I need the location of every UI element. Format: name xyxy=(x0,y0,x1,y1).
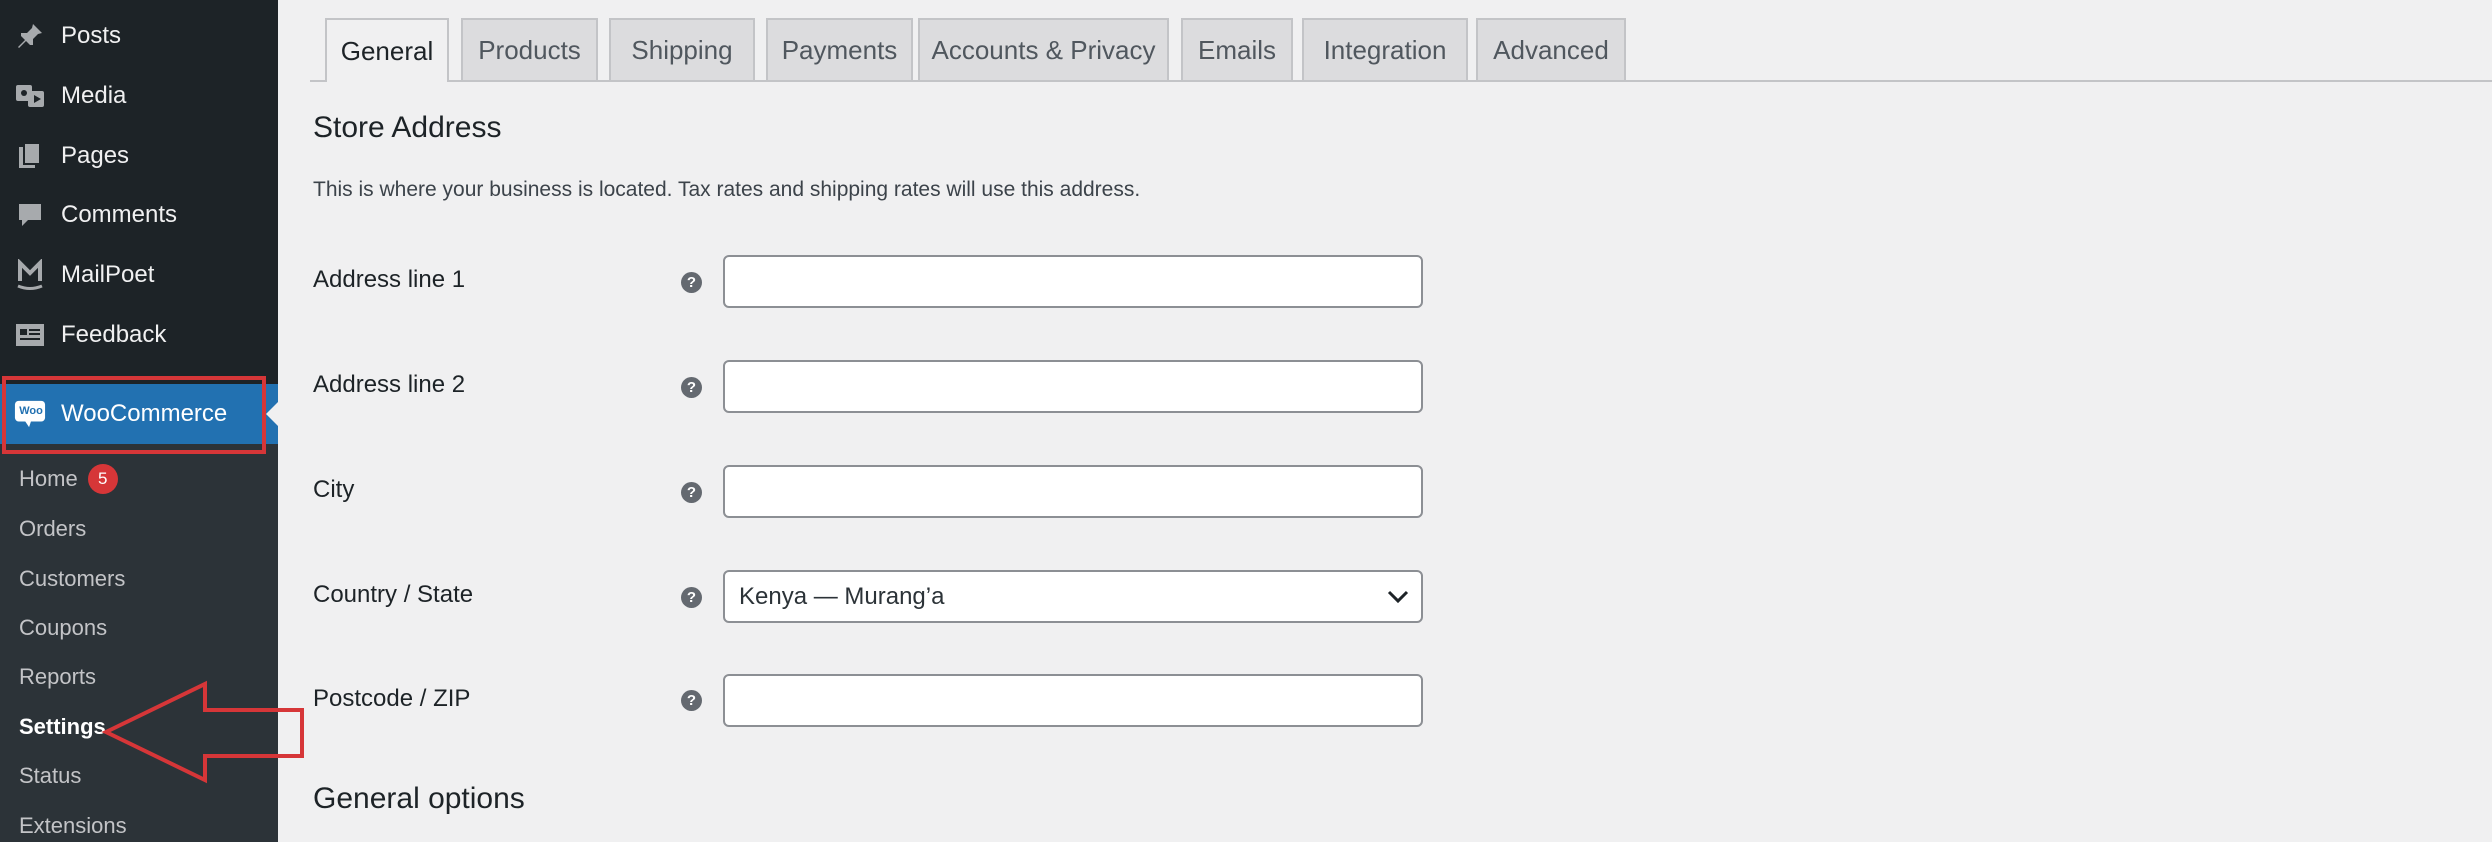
menu-label: Comments xyxy=(61,201,178,228)
tab-payments[interactable]: Payments xyxy=(766,18,913,80)
label-country-state: Country / State xyxy=(313,581,474,608)
annotation-highlight-box xyxy=(2,376,266,454)
pages-icon xyxy=(14,140,46,172)
submenu-item-settings[interactable]: Settings xyxy=(19,712,106,742)
menu-item-pages[interactable]: Pages xyxy=(0,128,278,184)
label-postcode-zip: Postcode / ZIP xyxy=(313,685,471,712)
submenu-item-extensions[interactable]: Extensions xyxy=(19,811,127,841)
menu-item-media[interactable]: Media xyxy=(0,68,278,124)
mailpoet-icon xyxy=(14,259,46,291)
feedback-icon xyxy=(14,319,46,351)
country-state-select[interactable]: Kenya — Murang’a xyxy=(723,570,1423,623)
tabs-divider xyxy=(310,80,2492,82)
menu-item-posts[interactable]: Posts xyxy=(0,8,278,64)
menu-label: MailPoet xyxy=(61,261,155,288)
annotation-arrow-icon xyxy=(101,680,304,784)
tab-advanced[interactable]: Advanced xyxy=(1476,18,1626,80)
address-line-1-input[interactable] xyxy=(723,255,1423,308)
comment-icon xyxy=(14,199,46,231)
menu-item-feedback[interactable]: Feedback xyxy=(0,307,278,363)
menu-label: Posts xyxy=(61,22,122,49)
current-menu-pointer xyxy=(266,402,278,426)
help-tip-icon[interactable]: ? xyxy=(681,272,702,293)
selected-value: Kenya — Murang’a xyxy=(739,582,945,610)
media-icon xyxy=(14,80,46,112)
submenu-item-home[interactable]: Home 5 xyxy=(19,464,118,494)
tab-integration[interactable]: Integration xyxy=(1302,18,1468,80)
menu-item-comments[interactable]: Comments xyxy=(0,187,278,243)
menu-label: Media xyxy=(61,82,127,109)
section-title-general-options: General options xyxy=(313,782,525,815)
menu-label: Feedback xyxy=(61,321,167,348)
tab-shipping[interactable]: Shipping xyxy=(609,18,755,80)
tab-emails[interactable]: Emails xyxy=(1181,18,1293,80)
menu-item-mailpoet[interactable]: MailPoet xyxy=(0,247,278,303)
tab-accounts-privacy[interactable]: Accounts & Privacy xyxy=(918,18,1169,80)
submenu-label: Home xyxy=(19,466,78,491)
help-tip-icon[interactable]: ? xyxy=(681,377,702,398)
help-tip-icon[interactable]: ? xyxy=(681,482,702,503)
postcode-zip-input[interactable] xyxy=(723,674,1423,727)
submenu-item-status[interactable]: Status xyxy=(19,761,81,791)
label-address-line-1: Address line 1 xyxy=(313,266,466,293)
section-title-store-address: Store Address xyxy=(313,111,502,144)
help-tip-icon[interactable]: ? xyxy=(681,587,702,608)
label-address-line-2: Address line 2 xyxy=(313,371,466,398)
address-line-2-input[interactable] xyxy=(723,360,1423,413)
city-input[interactable] xyxy=(723,465,1423,518)
tab-products[interactable]: Products xyxy=(461,18,598,80)
tab-general[interactable]: General xyxy=(325,18,449,82)
section-description: This is where your business is located. … xyxy=(313,178,1141,201)
label-city: City xyxy=(313,476,355,503)
submenu-item-customers[interactable]: Customers xyxy=(19,564,125,594)
pin-icon xyxy=(14,20,46,52)
chevron-down-icon xyxy=(1387,583,1409,611)
help-tip-icon[interactable]: ? xyxy=(681,690,702,711)
menu-label: Pages xyxy=(61,142,130,169)
submenu-item-orders[interactable]: Orders xyxy=(19,514,86,544)
notification-badge: 5 xyxy=(87,464,118,494)
submenu-item-reports[interactable]: Reports xyxy=(19,662,96,692)
submenu-item-coupons[interactable]: Coupons xyxy=(19,613,107,643)
